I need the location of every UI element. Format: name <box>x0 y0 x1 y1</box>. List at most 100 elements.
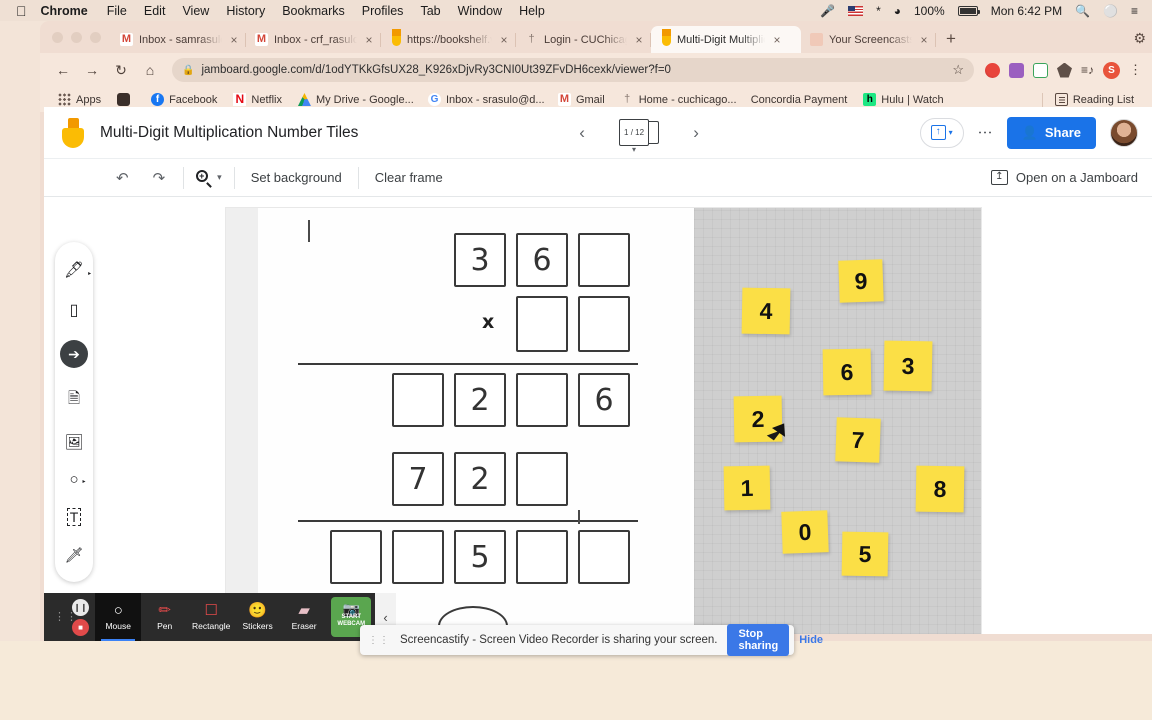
maximize-window-button[interactable] <box>90 31 101 43</box>
window-traffic-lights[interactable] <box>48 21 111 53</box>
window-settings-icon[interactable]: ⚙ <box>1133 30 1152 53</box>
worksheet-cell[interactable]: 2 <box>454 452 506 506</box>
worksheet-cell[interactable] <box>516 373 568 427</box>
menu-window[interactable]: Window <box>458 4 502 18</box>
redo-icon[interactable]: ↷ <box>141 169 178 187</box>
chevron-right-icon[interactable]: › <box>685 123 707 143</box>
purple-extension-icon[interactable] <box>1008 62 1024 78</box>
screencastify-tool-eraser[interactable]: ▰ Eraser <box>281 593 327 641</box>
apple-icon[interactable]:  <box>16 4 27 18</box>
frame-counter-button[interactable]: 1 / 12 ▾ <box>619 118 660 154</box>
worksheet-cell[interactable] <box>392 530 444 584</box>
menu-file[interactable]: File <box>107 4 127 18</box>
close-tab-icon[interactable]: × <box>498 33 510 47</box>
close-tab-icon[interactable]: × <box>363 33 375 47</box>
bookmark-home-cuchicago[interactable]: † Home - cuchicago... <box>613 93 743 106</box>
green-extension-icon[interactable] <box>1032 62 1048 78</box>
browser-tab-4[interactable]: † Login - CUChicago CAS × <box>516 26 651 53</box>
minimize-window-button[interactable] <box>71 31 82 43</box>
drag-grip-icon[interactable]: ⋮⋮ <box>368 635 390 646</box>
dark-extension-icon[interactable] <box>1056 62 1072 78</box>
number-tile[interactable]: 3 <box>883 340 933 392</box>
stop-icon[interactable]: ■ <box>72 618 89 636</box>
close-tab-icon[interactable]: × <box>633 33 645 47</box>
clear-frame-button[interactable]: Clear frame <box>365 170 453 185</box>
worksheet-cell[interactable] <box>516 530 568 584</box>
page-title[interactable]: Multi-Digit Multiplication Number Tiles <box>100 124 358 142</box>
control-center-icon[interactable]: ≡ <box>1131 5 1138 17</box>
browser-tab-6[interactable]: Your Screencasts - Scr × <box>801 26 936 53</box>
browser-tab-3[interactable]: https://bookshelf.vitals × <box>381 26 516 53</box>
close-tab-icon[interactable]: × <box>228 33 240 47</box>
menu-profiles[interactable]: Profiles <box>362 4 404 18</box>
zoom-in-icon[interactable]: + <box>196 170 212 188</box>
browser-tab-2[interactable]: Inbox - crf_rasulosm@ × <box>246 26 381 53</box>
kebab-menu-icon[interactable]: ⋮ <box>977 125 994 140</box>
cursor-arrow-icon[interactable]: ➔ <box>60 340 88 368</box>
kebab-menu-icon[interactable]: ⋮ <box>1129 62 1142 78</box>
home-icon[interactable]: ⌂ <box>137 57 163 83</box>
pause-icon[interactable]: ❙❙ <box>72 598 89 616</box>
close-tab-icon[interactable]: × <box>918 33 930 47</box>
open-on-jamboard-button[interactable]: Open on a Jamboard <box>990 170 1138 185</box>
worksheet-cell[interactable]: 7 <box>392 452 444 506</box>
new-tab-button[interactable]: + <box>936 29 966 53</box>
number-tile[interactable]: 7 <box>835 417 881 463</box>
number-tile[interactable]: 0 <box>781 510 829 554</box>
browser-tab-1[interactable]: Inbox - samrasulo@gm × <box>111 26 246 53</box>
chevron-down-icon[interactable]: ▾ <box>949 128 953 137</box>
search-icon[interactable]: 🔍 <box>1075 5 1090 17</box>
microphone-icon[interactable]: 🎤 <box>820 5 835 17</box>
number-tile[interactable]: 8 <box>915 465 965 513</box>
worksheet-cell[interactable]: 5 <box>454 530 506 584</box>
menu-tab[interactable]: Tab <box>420 4 440 18</box>
zoom-control[interactable]: + ▾ <box>190 170 228 188</box>
bookmark-dark[interactable] <box>109 93 143 106</box>
menu-chrome[interactable]: Chrome <box>41 4 88 18</box>
screencastify-tool-pen[interactable]: ✏ Pen <box>141 593 187 641</box>
browser-tab-5-active[interactable]: Multi-Digit Multiplicatio × <box>651 26 801 53</box>
jamboard-canvas[interactable]: 🖋 ▸ ▯ ➔ 🗎 🖼 ○ ▸ T 🗡 3 6 x 2 6 7 2 5 9 4 … <box>44 198 1152 634</box>
drag-grip-icon[interactable]: ⋮⋮ <box>50 611 77 622</box>
star-icon[interactable]: ☆ <box>952 62 964 78</box>
undo-icon[interactable]: ↶ <box>104 169 141 187</box>
back-arrow-icon[interactable]: ← <box>50 57 76 83</box>
close-window-button[interactable] <box>52 31 63 43</box>
worksheet-cell[interactable] <box>578 530 630 584</box>
close-tab-icon[interactable]: × <box>771 33 783 47</box>
chevron-down-icon[interactable]: ▾ <box>217 172 222 183</box>
worksheet-cell[interactable]: 6 <box>516 233 568 287</box>
siri-icon[interactable]: ⚪ <box>1103 5 1118 17</box>
stop-sharing-button[interactable]: Stop sharing <box>727 624 790 656</box>
user-avatar[interactable] <box>1110 118 1138 147</box>
menu-view[interactable]: View <box>182 4 209 18</box>
bookmark-gmail[interactable]: Gmail <box>550 93 613 106</box>
number-tile[interactable]: 9 <box>838 259 884 303</box>
menu-help[interactable]: Help <box>519 4 545 18</box>
jam-board-frame[interactable]: 3 6 x 2 6 7 2 5 9 4 6 3 2 7 1 8 0 5 <box>226 208 981 634</box>
playlist-extension-icon[interactable]: ≡♪ <box>1081 63 1094 77</box>
hide-notification-button[interactable]: Hide <box>799 634 827 646</box>
screencastify-extension-icon[interactable] <box>984 62 1000 78</box>
wifi-icon[interactable]: ◕ <box>894 5 901 17</box>
bookmark-inbox[interactable]: G Inbox - srasulo@d... <box>420 93 550 106</box>
image-icon[interactable]: 🖼 <box>64 433 83 451</box>
laser-pointer-icon[interactable]: 🗡 <box>64 546 83 564</box>
reload-icon[interactable]: ↻ <box>108 57 134 83</box>
reading-list-button[interactable]: Reading List <box>1047 93 1142 106</box>
sticky-note-icon[interactable]: 🗎 <box>68 388 80 413</box>
us-flag-icon[interactable] <box>848 5 864 16</box>
screencastify-tool-mouse[interactable]: ○ Mouse <box>95 593 142 641</box>
chevron-left-icon[interactable]: ‹ <box>571 123 593 143</box>
circle-shape-icon[interactable]: ○ ▸ <box>69 471 85 488</box>
bookmark-apps[interactable]: Apps <box>50 93 109 106</box>
worksheet-cell[interactable] <box>516 452 568 506</box>
worksheet-cell[interactable]: 2 <box>454 373 506 427</box>
set-background-button[interactable]: Set background <box>241 170 352 185</box>
number-tile[interactable]: 5 <box>841 531 889 577</box>
eraser-icon[interactable]: ▯ <box>70 300 79 320</box>
bookmark-hulu[interactable]: h Hulu | Watch <box>855 93 951 106</box>
bluetooth-icon[interactable]: * <box>876 5 881 17</box>
battery-charging-icon[interactable] <box>957 5 980 16</box>
address-bar[interactable]: 🔒 jamboard.google.com/d/1odYTKkGfsUX28_K… <box>172 58 974 82</box>
